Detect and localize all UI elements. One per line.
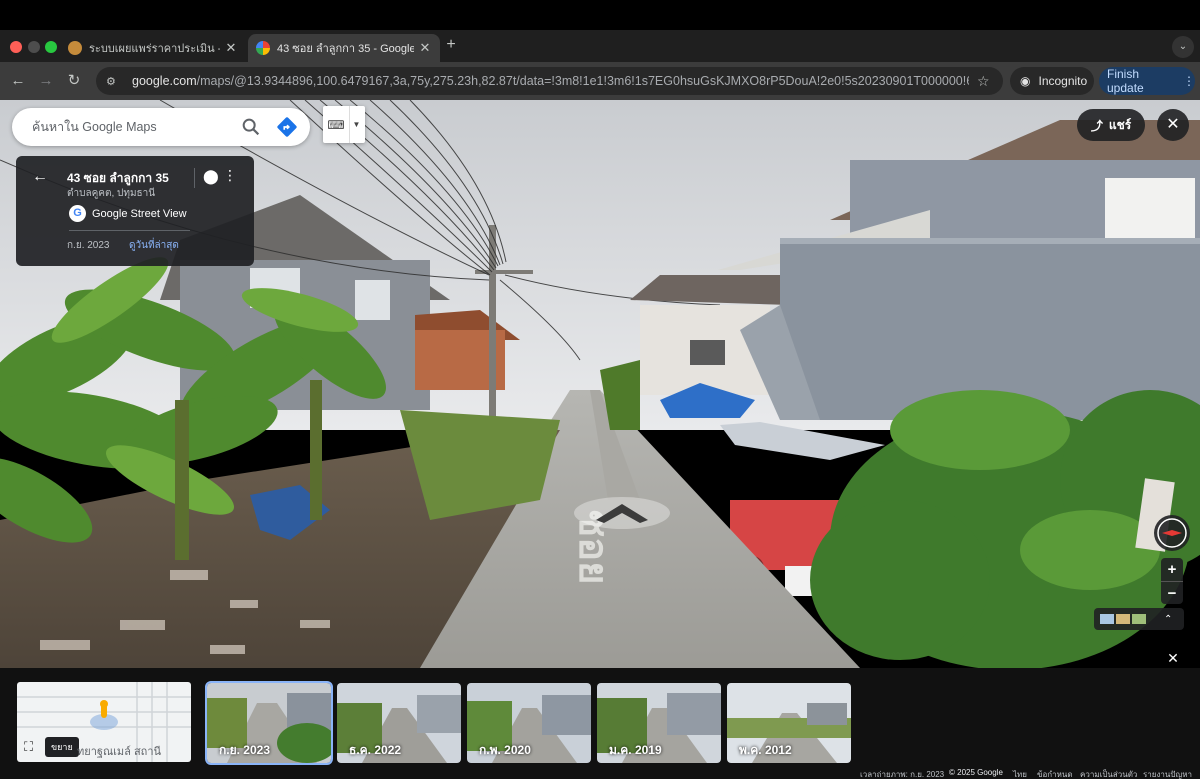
close-tab-icon[interactable]: ✕: [418, 40, 432, 56]
privacy-link[interactable]: ความเป็นส่วนตัว: [1080, 768, 1137, 779]
street-view-info-card: ← 43 ซอย ลำลูกกา 35 ตำบลคูคต, ปทุมธานี ⬤…: [16, 156, 254, 266]
share-label: แชร์: [1108, 117, 1132, 132]
chevron-up-icon[interactable]: ⌃: [1164, 614, 1172, 625]
chevron-down-icon[interactable]: ▼: [349, 106, 363, 143]
divider: [69, 230, 190, 231]
capture-date-footer: เวลาถ่ายภาพ: ก.ย. 2023: [860, 770, 945, 779]
tab-bar: ระบบเผยแพร่ราคาประเมิน - กรม ✕ 43 ซอย ลำ…: [0, 30, 1200, 62]
compass-control[interactable]: [1154, 515, 1190, 551]
minimap-place-label: ทยาฐณเมล์ สถานี: [77, 746, 162, 758]
incognito-icon: ◉: [1020, 74, 1031, 88]
google-logo-icon: G: [69, 205, 86, 222]
copyright-text: © 2025 Google: [949, 768, 1003, 777]
directions-icon[interactable]: [276, 116, 298, 138]
share-button[interactable]: ⤴ แชร์: [1077, 109, 1145, 141]
thumb-date-label: พ.ค. 2012: [739, 743, 792, 757]
tab-search-icon[interactable]: ⌄: [1172, 36, 1194, 58]
more-options-icon: ⋮: [1183, 74, 1195, 88]
back-arrow-icon[interactable]: ←: [32, 168, 48, 186]
new-tab-icon[interactable]: +: [442, 36, 460, 54]
timeline-thumb-2012[interactable]: พ.ค. 2012: [727, 683, 851, 763]
timeline-thumb-2020[interactable]: ก.พ. 2020: [467, 683, 591, 763]
thumb-date-label: ก.พ. 2020: [479, 743, 531, 757]
see-latest-date-link[interactable]: ดูวันที่ล่าสุด: [129, 238, 179, 253]
maps-search-box[interactable]: ค้นหาใน Google Maps: [12, 108, 310, 146]
thumb-date-label: ธ.ค. 2022: [349, 743, 402, 757]
tab-title: 43 ซอย ลำลูกกา 35 - Google M: [277, 43, 414, 55]
more-vert-icon[interactable]: ⋮: [223, 167, 237, 184]
capture-date: ก.ย. 2023: [67, 240, 110, 251]
input-tools-button[interactable]: ⌨ ▼: [323, 106, 365, 143]
finish-update-button[interactable]: Finish update ⋮: [1099, 67, 1195, 95]
back-icon[interactable]: ←: [8, 71, 28, 91]
site-favicon-icon: [68, 41, 82, 55]
layer-swatch-icon: [1100, 614, 1114, 624]
address-bar[interactable]: ⚙ google.com/maps/@13.9344896,100.647916…: [96, 67, 1003, 95]
maximize-window-button[interactable]: [45, 41, 57, 53]
expand-icon[interactable]: ⛶: [24, 739, 42, 757]
incognito-label: Incognito: [1038, 74, 1088, 88]
expand-tooltip: ขยาย: [45, 737, 79, 757]
search-icon[interactable]: [240, 116, 262, 138]
tab-appraisal[interactable]: ระบบเผยแพร่ราคาประเมิน - กรม ✕: [60, 34, 246, 62]
update-label: Finish update: [1107, 67, 1144, 95]
bookmark-star-icon[interactable]: ☆: [977, 73, 993, 90]
minimap[interactable]: ⛶ ขยาย ทยาฐณเมล์ สถานี: [17, 682, 191, 762]
reload-icon[interactable]: ↻: [64, 71, 84, 91]
report-problem-link[interactable]: รายงานปัญหา: [1143, 768, 1192, 779]
incognito-indicator[interactable]: ◉ Incognito: [1010, 67, 1094, 95]
keyboard-icon: ⌨: [327, 117, 345, 132]
imagery-layers-control[interactable]: ⌃: [1094, 608, 1184, 630]
zoom-in-button[interactable]: +: [1161, 558, 1183, 581]
browser-toolbar: ← → ↻ ⚙ google.com/maps/@13.9344896,100.…: [0, 62, 1200, 100]
screen-top-bar: [0, 0, 1200, 30]
timeline-thumb-2022[interactable]: ธ.ค. 2022: [337, 683, 461, 763]
street-view-source: G Google Street View: [69, 205, 187, 222]
thumb-date-label: ก.ย. 2023: [219, 743, 270, 757]
tab-title: ระบบเผยแพร่ราคาประเมิน - กรม: [89, 43, 220, 55]
close-street-view-button[interactable]: ✕: [1157, 109, 1189, 141]
maps-favicon-icon: [256, 41, 270, 55]
language-link[interactable]: ไทย: [1013, 768, 1027, 779]
close-tab-icon[interactable]: ✕: [224, 40, 238, 56]
search-input[interactable]: ค้นหาใน Google Maps: [32, 117, 240, 137]
terms-link[interactable]: ข้อกำหนด: [1037, 768, 1073, 779]
site-settings-icon[interactable]: ⚙: [106, 75, 122, 88]
compass-icon: [1157, 518, 1187, 548]
location-pin-icon[interactable]: ⬤: [203, 168, 219, 185]
forward-icon[interactable]: →: [36, 71, 56, 91]
minimize-window-button[interactable]: [28, 41, 40, 53]
layer-swatch-icon: [1132, 614, 1146, 624]
tab-google-maps[interactable]: 43 ซอย ลำลูกกา 35 - Google M ✕: [248, 34, 440, 62]
timeline-thumb-2023[interactable]: ก.ย. 2023: [205, 681, 333, 765]
place-subtitle: ตำบลคูคต, ปทุมธานี: [67, 188, 156, 199]
timeline-thumb-2019[interactable]: ม.ค. 2019: [597, 683, 721, 763]
thumb-date-label: ม.ค. 2019: [609, 743, 662, 757]
divider: [194, 168, 195, 188]
source-label: Google Street View: [92, 207, 187, 220]
url-text: google.com/maps/@13.9344896,100.6479167,…: [132, 74, 969, 88]
zoom-control: + −: [1161, 558, 1183, 604]
layer-swatch-icon: [1116, 614, 1130, 624]
close-timeline-button[interactable]: ✕: [1162, 647, 1184, 669]
close-window-button[interactable]: [10, 41, 22, 53]
share-icon: ⤴: [1090, 118, 1103, 133]
zoom-out-button[interactable]: −: [1161, 581, 1183, 604]
